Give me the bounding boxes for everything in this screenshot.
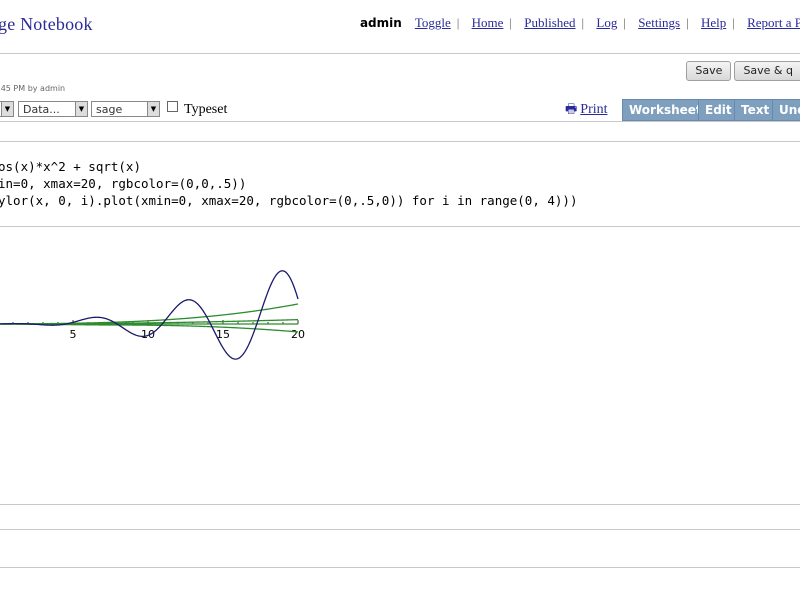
- system-select-value: sage: [96, 103, 123, 116]
- undo-tab[interactable]: Und: [772, 99, 800, 121]
- save-button[interactable]: Save: [686, 61, 732, 81]
- nav-help-link[interactable]: Help: [701, 15, 726, 30]
- printer-icon: 🖶: [565, 101, 578, 116]
- top-nav: admin Toggle | Home | Published | Log | Sett…: [360, 15, 800, 31]
- cell-input-divider: [0, 226, 800, 227]
- cell-input[interactable]: os(x)*x^2 + sqrt(x) in=0, xmax=20, rgbcol…: [0, 158, 577, 209]
- code-line: in=0, xmax=20, rgbcolor=(0,0,.5)): [0, 176, 247, 191]
- save-and-quit-button[interactable]: Save & q: [734, 61, 800, 81]
- nav-report-problem-link[interactable]: Report a P: [747, 15, 800, 30]
- nav-home-link[interactable]: Home: [472, 15, 504, 30]
- print-label: Print: [580, 102, 608, 117]
- toolbar-divider: [0, 121, 800, 122]
- last-edited-text: :45 PM by admin: [0, 84, 66, 93]
- typeset-label: Typeset: [184, 102, 228, 117]
- function-series-line: [0, 270, 299, 360]
- worksheet-tab[interactable]: Worksheet: [622, 99, 709, 121]
- nav-published-link[interactable]: Published: [524, 15, 575, 30]
- x-tick-label: 20: [291, 328, 305, 341]
- worksheet-toolbar: ▼ Data... ▼ sage ▼ Typeset 🖶 Print Worksh…: [0, 99, 800, 122]
- nav-separator: |: [509, 15, 512, 30]
- x-tick-label: 10: [141, 328, 155, 341]
- data-select[interactable]: Data... ▼: [18, 101, 88, 117]
- plot-output: 5 10 15 20: [0, 270, 305, 360]
- cell-top-border: [0, 141, 800, 142]
- code-line: os(x)*x^2 + sqrt(x): [0, 159, 141, 174]
- nav-toggle-link[interactable]: Toggle: [415, 15, 451, 30]
- sage-notebook-page: ge Notebook admin Toggle | Home | Publishe…: [0, 0, 800, 600]
- x-tick-label: 5: [70, 328, 77, 341]
- nav-separator: |: [732, 15, 735, 30]
- dropdown-arrow-icon: ▼: [147, 102, 159, 116]
- header: ge Notebook admin Toggle | Home | Publishe…: [0, 0, 800, 52]
- nav-separator: |: [686, 15, 689, 30]
- dropdown-arrow-icon: ▼: [75, 102, 87, 116]
- next-cell-bottom-border: [0, 567, 800, 568]
- typeset-checkbox[interactable]: [167, 101, 178, 112]
- username: admin: [359, 16, 402, 30]
- print-link[interactable]: 🖶 Print: [565, 100, 608, 122]
- nav-separator: |: [581, 15, 585, 30]
- app-title: ge Notebook: [0, 14, 93, 34]
- text-tab[interactable]: Text: [734, 99, 777, 121]
- file-action-select[interactable]: ▼: [0, 101, 14, 117]
- nav-separator: |: [456, 15, 460, 30]
- edit-tab[interactable]: Edit: [698, 99, 739, 121]
- save-bar: Save Save & q: [683, 61, 800, 81]
- header-divider: [0, 53, 800, 54]
- nav-log-link[interactable]: Log: [596, 15, 617, 30]
- nav-settings-link[interactable]: Settings: [638, 15, 680, 30]
- dropdown-arrow-icon: ▼: [1, 102, 13, 116]
- next-cell-top-border: [0, 529, 800, 530]
- system-select[interactable]: sage ▼: [91, 101, 160, 117]
- cell-output-divider: [0, 504, 800, 505]
- nav-separator: |: [623, 15, 626, 30]
- code-line: ylor(x, 0, i).plot(xmin=0, xmax=20, rgbc…: [0, 193, 578, 208]
- data-select-value: Data...: [23, 103, 60, 116]
- typeset-toggle[interactable]: Typeset: [167, 101, 227, 118]
